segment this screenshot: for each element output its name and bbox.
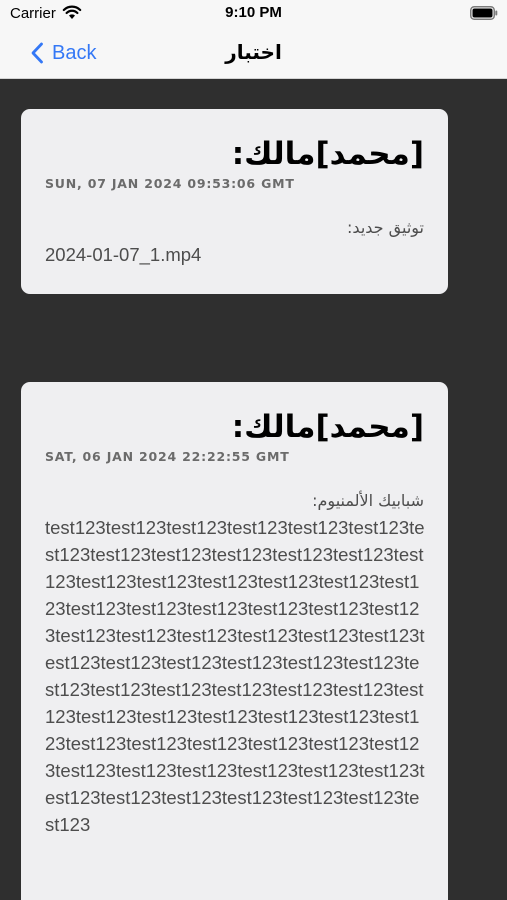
battery-icon xyxy=(470,6,498,20)
navigation-bar: Back اختبار xyxy=(0,28,507,79)
status-time: 9:10 PM xyxy=(225,4,282,21)
status-bar: Carrier 9:10 PM xyxy=(0,0,507,28)
message-label: توثيق جديد: xyxy=(347,218,424,237)
message-timestamp: SAT, 06 JAN 2024 22:22:55 GMT xyxy=(45,449,290,464)
message-label: شبابيك الألمنيوم: xyxy=(312,491,424,510)
message-timestamp: SUN, 07 JAN 2024 09:53:06 GMT xyxy=(45,176,295,191)
message-card[interactable]: [محمد]مالك: SUN, 07 JAN 2024 09:53:06 GM… xyxy=(21,109,448,294)
message-sender: [محمد]مالك: xyxy=(231,136,424,172)
message-sender: [محمد]مالك: xyxy=(231,409,424,445)
message-card[interactable]: [محمد]مالك: SAT, 06 JAN 2024 22:22:55 GM… xyxy=(21,382,448,900)
message-text: 2024-01-07_1.mp4 xyxy=(45,244,202,265)
page-title: اختبار xyxy=(225,40,282,64)
screen: Carrier 9:10 PM Back اختبار [محمد]مالك: … xyxy=(0,0,507,900)
message-text: test123test123test123test123test123test1… xyxy=(45,517,425,835)
